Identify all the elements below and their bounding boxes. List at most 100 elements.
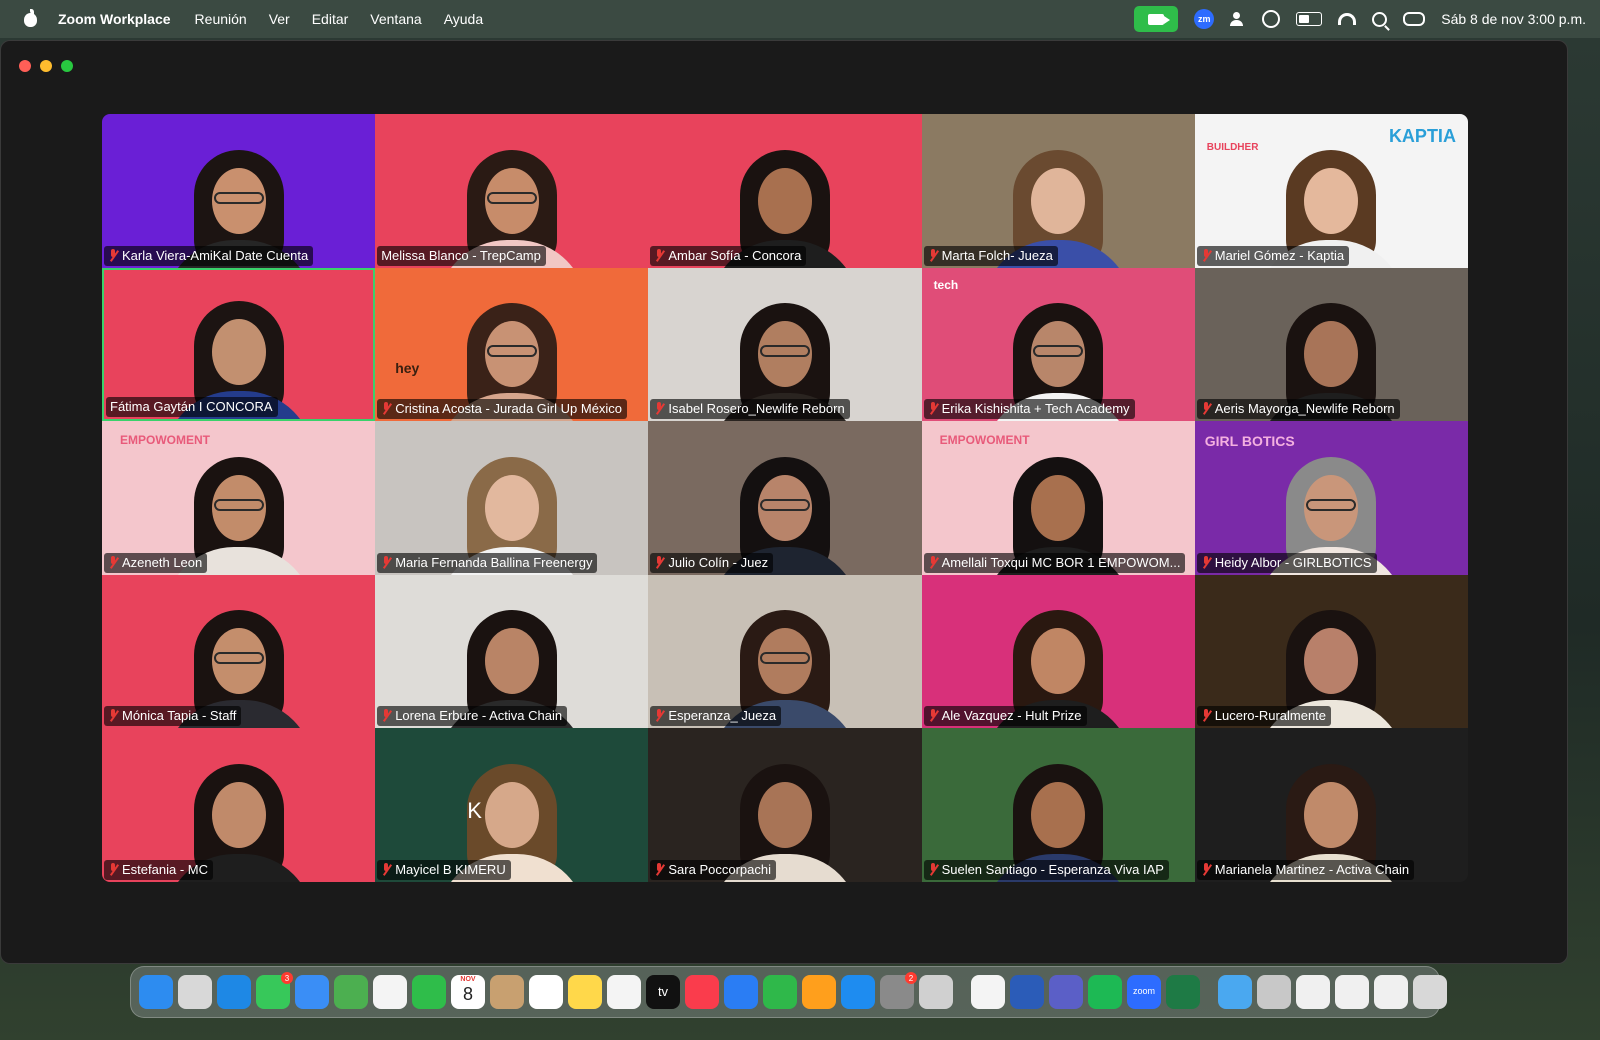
appstore-icon[interactable] — [841, 975, 875, 1009]
word-icon[interactable] — [1010, 975, 1044, 1009]
pages-icon[interactable] — [802, 975, 836, 1009]
mic-muted-icon — [654, 555, 664, 569]
mic-muted-icon — [381, 862, 391, 876]
participant-tile[interactable]: Mónica Tapia - Staff — [102, 574, 376, 729]
participant-tile[interactable]: Isabel Rosero_Newlife Reborn — [648, 267, 922, 422]
menubar-clock[interactable]: Sáb 8 de nov 3:00 p.m. — [1441, 11, 1586, 27]
participant-tile[interactable]: Esperanza_ Jueza — [648, 574, 922, 729]
now-playing-icon[interactable] — [1262, 10, 1281, 28]
music-icon[interactable] — [685, 975, 719, 1009]
safari-icon[interactable] — [217, 975, 251, 1009]
menu-ayuda[interactable]: Ayuda — [444, 11, 483, 27]
messages-icon[interactable]: 3 — [256, 972, 293, 1009]
menu-editar[interactable]: Editar — [312, 11, 349, 27]
battery-icon[interactable] — [1296, 12, 1323, 26]
participant-name: Heidy Albor - GIRLBOTICS — [1214, 554, 1372, 570]
apple-menu-icon[interactable] — [22, 9, 40, 28]
participant-tile[interactable]: Suelen Santiago - Esperanza Viva IAP — [921, 728, 1195, 882]
chrome-icon[interactable] — [971, 975, 1005, 1009]
participant-tile[interactable]: Aeris Mayorga_Newlife Reborn — [1194, 267, 1468, 422]
participant-tile[interactable]: Fátima Gaytán I CONCORA — [102, 267, 376, 422]
spotify-icon[interactable] — [1088, 975, 1122, 1009]
launchpad-icon[interactable] — [178, 975, 212, 1009]
mic-muted-icon — [928, 555, 938, 569]
participant-tile[interactable]: Cristina Acosta - Jurada Girl Up México h… — [375, 267, 649, 422]
participant-tile[interactable]: Azeneth Leon EMPOWOMENT — [102, 421, 376, 575]
participant-tile[interactable]: Erika Kishishita + Tech Academy tech — [921, 267, 1195, 422]
participant-name: Marianela Martinez - Activa Chain — [1214, 861, 1410, 877]
menu-ver[interactable]: Ver — [269, 11, 290, 27]
dock: 3 NOV 8 tv 2 zoom — [130, 966, 1447, 1018]
participant-tile[interactable]: Ale Vazquez - Hult Prize — [921, 574, 1195, 729]
zoom-menubar-icon[interactable]: zm — [1194, 9, 1215, 29]
heyou-logo: hey — [395, 359, 420, 376]
participant-name: Erika Kishishita + Tech Academy — [941, 401, 1130, 417]
tv-icon[interactable]: tv — [646, 975, 680, 1009]
settings-icon[interactable]: 2 — [880, 972, 917, 1009]
keynote-icon[interactable] — [724, 975, 758, 1009]
participant-name: Mariel Gómez - Kaptia — [1214, 247, 1345, 263]
document-icon[interactable] — [1335, 975, 1369, 1009]
wifi-icon[interactable] — [1338, 13, 1357, 25]
notes-icon[interactable] — [568, 975, 602, 1009]
participant-tile[interactable]: Lorena Erbure - Activa Chain — [375, 574, 649, 729]
calendar-icon[interactable]: NOV 8 — [451, 975, 485, 1009]
participant-tile[interactable]: Julio Colín - Juez — [648, 421, 922, 575]
people-icon[interactable] — [1230, 12, 1246, 26]
facetime-icon[interactable] — [412, 975, 446, 1009]
mic-muted-icon — [928, 709, 938, 722]
folder-icon[interactable] — [1218, 975, 1252, 1009]
participant-tile[interactable]: Estefania - MC — [102, 728, 376, 882]
zoom-icon[interactable]: zoom — [1127, 975, 1161, 1009]
mic-muted-icon — [928, 402, 938, 415]
participant-tile[interactable]: Marta Folch- Jueza — [921, 114, 1195, 268]
participant-name-label: Amellali Toxqui MC BOR 1 EMPOWOM... — [923, 552, 1186, 573]
participant-tile[interactable]: Mariel Gómez - Kaptia KAPTIA BUILDHER — [1194, 114, 1468, 268]
teams-icon[interactable] — [1049, 975, 1083, 1009]
participant-tile[interactable]: Melissa Blanco - TrepCamp — [375, 114, 649, 268]
close-window-button[interactable] — [19, 60, 31, 72]
mic-muted-icon — [1201, 555, 1211, 569]
zoom-window-button[interactable] — [61, 60, 73, 72]
reminders-icon[interactable] — [529, 975, 563, 1009]
numbers-icon[interactable] — [763, 975, 797, 1009]
menu-bar: Zoom Workplace Reunión Ver Editar Ventan… — [0, 0, 1600, 38]
participant-name-label: Ale Vazquez - Hult Prize — [923, 706, 1087, 727]
mic-muted-icon — [381, 709, 391, 722]
mic-muted-icon — [1201, 402, 1211, 415]
contacts-icon[interactable] — [490, 975, 524, 1009]
participant-tile[interactable]: Marianela Martinez - Activa Chain — [1194, 728, 1468, 882]
control-center-icon[interactable] — [1403, 12, 1426, 26]
menu-reunion[interactable]: Reunión — [195, 11, 247, 27]
participant-tile[interactable]: Heidy Albor - GIRLBOTICS GIRL BOTICS — [1194, 421, 1468, 575]
participant-name-label: Lorena Erbure - Activa Chain — [377, 706, 568, 727]
zoom-video-status-icon[interactable] — [1134, 6, 1179, 32]
participant-tile[interactable]: Mayicel B KIMERU K — [375, 728, 649, 882]
participant-tile[interactable]: Karla Viera-AmiKal Date Cuenta — [102, 114, 376, 268]
iphone-mirroring-icon[interactable] — [919, 975, 953, 1009]
mic-muted-icon — [654, 248, 664, 262]
minimize-window-button[interactable] — [40, 60, 52, 72]
participant-tile[interactable]: Ambar Sofía - Concora — [648, 114, 922, 268]
document-icon[interactable] — [1374, 975, 1408, 1009]
participant-tile[interactable]: Amellali Toxqui MC BOR 1 EMPOWOM... EMPOW… — [921, 421, 1195, 575]
mic-muted-icon — [1201, 248, 1211, 262]
participant-tile[interactable]: Lucero-Ruralmente — [1194, 574, 1468, 729]
participant-tile[interactable]: Maria Fernanda Ballina Freenergy — [375, 421, 649, 575]
maps-icon[interactable] — [334, 975, 368, 1009]
freeform-icon[interactable] — [607, 975, 641, 1009]
finder-icon[interactable] — [139, 975, 173, 1009]
menu-ventana[interactable]: Ventana — [370, 11, 421, 27]
participant-name-label: Marta Folch- Jueza — [923, 245, 1058, 266]
preview-icon[interactable] — [1257, 975, 1291, 1009]
excel-icon[interactable] — [1166, 975, 1200, 1009]
participant-name: Melissa Blanco - TrepCamp — [381, 247, 541, 263]
document-icon[interactable] — [1296, 975, 1330, 1009]
app-menu[interactable]: Zoom Workplace — [58, 11, 171, 27]
trash-icon[interactable] — [1413, 975, 1447, 1009]
spotlight-search-icon[interactable] — [1372, 11, 1388, 27]
participant-tile[interactable]: Sara Poccorpachi — [648, 728, 922, 882]
photos-icon[interactable] — [373, 975, 407, 1009]
participant-name: Azeneth Leon — [122, 554, 203, 570]
mail-icon[interactable] — [295, 975, 329, 1009]
